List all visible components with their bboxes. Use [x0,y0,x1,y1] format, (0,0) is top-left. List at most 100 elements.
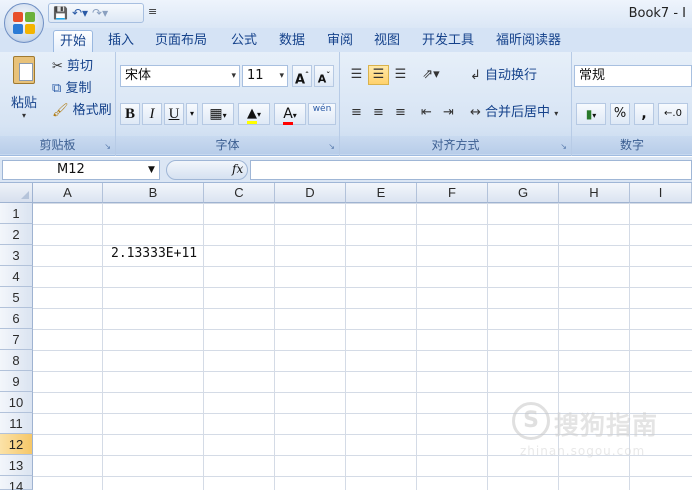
borders-button[interactable]: ▦▾ [202,103,234,125]
ribbon: 粘贴 ▾ ✂ 剪切 ⧉ 复制 🖌 格式刷 剪贴板 ↘ 宋体 ▾ 11 ▾ Aˆ … [0,52,692,156]
tab-insert[interactable]: 插入 [102,30,140,52]
border-icon: ▦ [209,106,223,122]
font-name-select[interactable]: 宋体 ▾ [120,65,240,87]
column-header[interactable]: F [417,183,488,203]
chevron-down-icon[interactable]: ▾ [186,103,198,125]
tab-data[interactable]: 数据 [273,30,311,52]
paste-icon [13,56,35,84]
comma-button[interactable]: , [634,103,654,125]
copy-button[interactable]: ⧉ 复制 [52,78,91,100]
sogou-logo-icon: S [512,402,550,440]
underline-button[interactable]: U [164,103,184,125]
column-header[interactable]: C [204,183,275,203]
align-center-icon: ≡ [373,105,384,120]
column-header[interactable]: H [559,183,630,203]
row-header[interactable]: 9 [0,371,33,392]
merge-center-button[interactable]: ↔ 合并后居中 ▾ [470,102,558,124]
cell-b3[interactable]: 2.13333E+11 [111,246,197,261]
formula-input[interactable] [250,160,692,180]
align-bottom-button[interactable]: ☰ [390,65,411,85]
italic-button[interactable]: I [142,103,162,125]
column-header[interactable]: G [488,183,559,203]
align-center-button[interactable]: ≡ [368,103,389,123]
alignment-group: ☰ ☰ ☰ ⇗▾ ↲ 自动换行 ≡ ≡ ≡ ⇤ ⇥ ↔ 合并后居中 ▾ 对齐方式… [340,52,572,156]
dialog-launcher-icon[interactable]: ↘ [104,142,111,151]
chevron-down-icon: ▾ [21,111,26,120]
tab-home[interactable]: 开始 [53,30,94,52]
align-middle-icon: ☰ [372,67,385,82]
row-header[interactable]: 6 [0,308,33,329]
column-header[interactable]: I [630,183,692,203]
tab-view[interactable]: 视图 [368,30,406,52]
grow-font-button[interactable]: Aˆ [292,65,312,87]
fill-color-button[interactable]: ▲▾ [238,103,270,125]
clipboard-group-label: 剪贴板 [0,136,115,154]
brush-icon: 🖌 [52,103,69,118]
column-header[interactable]: A [33,183,103,203]
orientation-button[interactable]: ⇗▾ [416,65,446,85]
fill-bucket-icon: ▲ [246,106,257,124]
number-group-label: 数字 [572,136,692,154]
dialog-launcher-icon[interactable]: ↘ [328,142,335,151]
dialog-launcher-icon[interactable]: ↘ [560,142,567,151]
bold-button[interactable]: B [120,103,140,125]
format-painter-button[interactable]: 🖌 格式刷 [52,100,112,122]
tab-formulas[interactable]: 公式 [225,30,263,52]
office-logo-icon [13,12,35,34]
row-header[interactable]: 8 [0,350,33,371]
font-color-button[interactable]: A▾ [274,103,306,125]
redo-icon[interactable]: ↷▾ [92,5,108,21]
align-right-button[interactable]: ≡ [390,103,411,123]
scissors-icon: ✂ [52,59,63,74]
insert-function-icon[interactable]: fx [232,162,243,176]
row-header[interactable]: 5 [0,287,33,308]
column-header[interactable]: D [275,183,346,203]
tab-foxit-reader[interactable]: 福昕阅读器 [490,30,567,52]
row-header[interactable]: 13 [0,455,33,476]
percent-button[interactable]: % [610,103,630,125]
shrink-font-button[interactable]: Aˇ [314,65,334,87]
name-box[interactable]: M12 [2,160,160,180]
paste-button[interactable]: 粘贴 ▾ [6,56,42,126]
undo-icon[interactable]: ↶▾ [72,5,88,21]
ribbon-tabs: 开始 插入 页面布局 公式 数据 审阅 视图 开发工具 福昕阅读器 [0,28,692,52]
row-header[interactable]: 3 [0,245,33,266]
select-all-button[interactable] [0,183,33,203]
row-header-selected[interactable]: 12 [0,434,33,455]
column-header[interactable]: B [103,183,204,203]
row-header[interactable]: 14 [0,476,33,490]
align-top-button[interactable]: ☰ [346,65,367,85]
number-group: 常规 ▮▾ % , ←.0 数字 [572,52,692,156]
increase-indent-icon: ⇥ [443,105,454,120]
chevron-down-icon[interactable]: ▼ [148,165,155,175]
tab-developer[interactable]: 开发工具 [416,30,480,52]
font-color-icon: A [283,106,293,125]
row-header[interactable]: 2 [0,224,33,245]
tab-page-layout[interactable]: 页面布局 [149,30,213,52]
customize-qat-icon[interactable]: ≡ [148,5,157,18]
save-icon[interactable]: 💾 [53,5,68,21]
office-button[interactable] [4,3,44,43]
font-group: 宋体 ▾ 11 ▾ Aˆ Aˇ B I U ▾ ▦▾ ▲▾ A▾ wén 字体 … [116,52,340,156]
row-header[interactable]: 4 [0,266,33,287]
increase-decimal-icon: ←.0 [664,108,682,119]
increase-indent-button[interactable]: ⇥ [438,103,459,123]
tab-review[interactable]: 审阅 [321,30,359,52]
increase-decimal-button[interactable]: ←.0 [658,103,688,125]
currency-button[interactable]: ▮▾ [576,103,606,125]
decrease-indent-button[interactable]: ⇤ [416,103,437,123]
row-header[interactable]: 10 [0,392,33,413]
cut-button[interactable]: ✂ 剪切 [52,56,93,78]
row-header[interactable]: 1 [0,203,33,224]
column-header[interactable]: E [346,183,417,203]
align-middle-button[interactable]: ☰ [368,65,389,85]
wrap-text-button[interactable]: ↲ 自动换行 [470,65,537,87]
align-left-button[interactable]: ≡ [346,103,367,123]
number-format-select[interactable]: 常规 [574,65,692,87]
phonetic-guide-button[interactable]: wén [308,103,336,125]
font-size-select[interactable]: 11 ▾ [242,65,288,87]
row-header[interactable]: 7 [0,329,33,350]
row-header[interactable]: 11 [0,413,33,434]
chevron-down-icon: ▾ [231,71,236,81]
align-bottom-icon: ☰ [394,67,407,82]
